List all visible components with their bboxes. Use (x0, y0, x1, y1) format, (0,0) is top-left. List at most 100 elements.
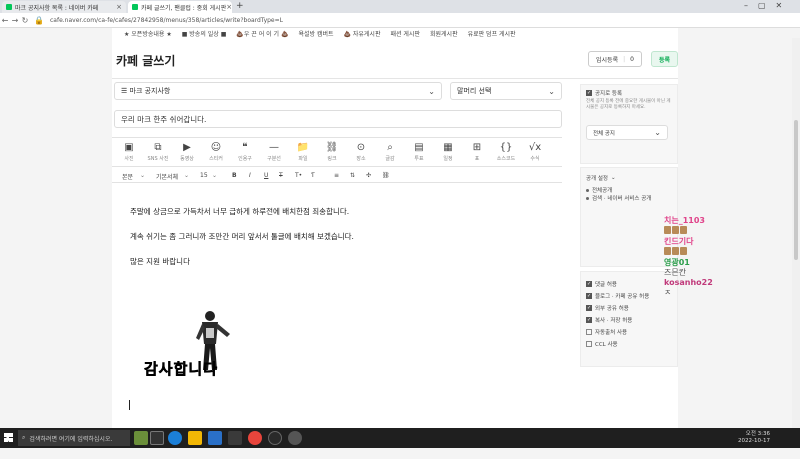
notice-scope-value: 전체 공지 (593, 130, 615, 137)
radio-icon (586, 196, 589, 200)
option-row[interactable]: ✓ 블로그 · 카페 공유 허용 (581, 290, 677, 302)
emoji-char-icon[interactable]: ✣ (366, 172, 371, 179)
body-paragraph: 많은 지원 바랍니다 (130, 257, 190, 266)
header-select[interactable]: 말머리 선택 ⌄ (450, 82, 562, 100)
italic-icon[interactable]: I (249, 172, 251, 179)
option-label: 자동출처 사용 (595, 330, 628, 336)
option-row[interactable]: 자동출처 사용 (581, 326, 677, 338)
submit-button[interactable]: 등록 (651, 51, 678, 67)
format-toolbar: 본문 ⌄ 기본서체 ⌄ 15 ⌄ B I U T T• Ƭ ≡ ⇅ ✣ ⛓ (112, 169, 562, 183)
url-input[interactable]: cafe.naver.com/ca-fe/cafes/27842958/menu… (50, 15, 283, 26)
menu-item[interactable]: 패션 게시판 (390, 29, 420, 38)
tool-place[interactable]: ⊙ 장소 (350, 142, 372, 162)
font-select[interactable]: 기본서체 (156, 172, 178, 181)
align-icon[interactable]: ≡ (334, 172, 339, 179)
lock-icon[interactable]: 🔒 (34, 16, 44, 25)
underline-icon[interactable]: U (264, 172, 268, 179)
option-row[interactable]: ✓ 외부 공유 허용 (581, 302, 677, 314)
text-color-icon[interactable]: T• (295, 172, 302, 179)
bold-icon[interactable]: B (232, 172, 237, 179)
option-row[interactable]: ✓ 복사 · 저장 허용 (581, 314, 677, 326)
tool-table[interactable]: ⊞ 표 (466, 142, 488, 162)
obs-icon[interactable] (268, 431, 282, 445)
sns-photo-icon: ⧉ (154, 142, 162, 153)
menu-item[interactable]: 💩 자유게시판 (343, 29, 380, 38)
close-icon[interactable]: × (116, 3, 122, 11)
option-row[interactable]: CCL 사용 (581, 338, 677, 350)
checkbox-icon (586, 341, 592, 347)
tool-video[interactable]: ▶ 동영상 (176, 142, 198, 162)
subject-input[interactable]: 우리 마크 한주 쉬어갑니다. (114, 110, 562, 128)
link-icon[interactable]: ⛓ (382, 172, 390, 179)
window-controls-icon[interactable]: –▢✕ (744, 1, 792, 10)
menu-item[interactable]: 💩우 끈 어 이 기 💩 (236, 29, 288, 38)
new-tab-icon[interactable]: + (236, 1, 244, 11)
tool-link[interactable]: ⛓ 링크 (321, 142, 343, 162)
tool-formula[interactable]: √x 수식 (524, 142, 546, 162)
close-icon[interactable]: × (226, 3, 232, 11)
visibility-title-label: 공개 설정 (586, 176, 608, 182)
tool-label: 사진 (124, 156, 134, 162)
visibility-option-label: 전체공개 (592, 188, 613, 194)
file-explorer-icon[interactable] (188, 431, 202, 445)
tool-label: 파일 (298, 156, 308, 162)
temp-save-button[interactable]: 임시등록 | 0 (588, 51, 642, 67)
visibility-option[interactable]: 검색 · 네이버 서비스 공개 (581, 192, 677, 204)
tool-photo[interactable]: ▣ 사진 (118, 142, 140, 162)
menu-item[interactable]: 욕설방 캠버트 (298, 29, 333, 38)
line-height-icon[interactable]: ⇅ (350, 172, 355, 179)
chrome-icon[interactable] (248, 431, 262, 445)
back-icon[interactable]: ← (0, 16, 10, 25)
tool-code[interactable]: {} 소스코드 (495, 142, 517, 162)
notice-scope-select[interactable]: 전체 공지 ⌄ (586, 125, 668, 140)
game-thumbnail-icon[interactable] (134, 431, 148, 445)
option-row[interactable]: ✓ 댓글 허용 (581, 278, 677, 290)
windows-start-icon[interactable] (4, 433, 13, 442)
tool-sticker[interactable]: ☺ 스티커 (205, 142, 227, 162)
paragraph-style-select[interactable]: 본문 (122, 172, 133, 181)
chat-name: 킨드기다 (664, 237, 694, 246)
browser-tab-active[interactable]: 카페 글쓰기, 팬클럽 : 중회 게시판 × (128, 1, 232, 13)
font-size-select[interactable]: 15 (200, 172, 208, 179)
tool-sns-photo[interactable]: ⧉ SNS 사진 (147, 142, 169, 162)
store-icon[interactable] (228, 431, 242, 445)
chat-name: 치는_1103 (664, 216, 705, 225)
editor-body[interactable]: 주말에 상금으로 가득차서 너무 급하게 하루전에 배치한점 죄송합니다. 계속… (130, 206, 550, 281)
taskbar-search-input[interactable]: ⌕ 검색하려면 여기에 입력하십시오. (18, 430, 130, 446)
checkbox-icon (586, 329, 592, 335)
chat-name: 즈믄칸 (664, 268, 687, 277)
menu-item[interactable]: 유료판 덤프 게시판 (468, 29, 516, 38)
system-clock[interactable]: 오전 3:36 2022-10-17 (738, 431, 770, 445)
chevron-down-icon: ⌄ (140, 172, 146, 179)
highlight-icon[interactable]: Ƭ (311, 172, 315, 179)
inserted-image[interactable]: 감사합니다 (144, 308, 252, 386)
app-icon[interactable] (288, 431, 302, 445)
v-app-icon[interactable] (208, 431, 222, 445)
task-view-icon[interactable] (150, 431, 164, 445)
menu-item[interactable]: 회원게시판 (430, 29, 458, 38)
menu-item[interactable]: ■ 방송의 일상 ■ (182, 29, 227, 38)
table-icon: ⊞ (472, 142, 482, 153)
scrollbar-thumb[interactable] (794, 120, 798, 260)
forward-icon[interactable]: → (10, 16, 20, 25)
visibility-title[interactable]: 공개 설정 ⌄ (581, 172, 677, 184)
strikethrough-icon[interactable]: T (279, 172, 283, 179)
reload-icon[interactable]: ↻ (20, 16, 30, 25)
browser-tab[interactable]: 마크 공지사항 목록 : 네이버 카페 × (2, 1, 126, 13)
checkbox-icon: ✓ (586, 317, 592, 323)
menu-item[interactable]: ★ 오픈방송내용 ★ (124, 29, 172, 38)
insert-toolbar: ▣ 사진 ⧉ SNS 사진 ▶ 동영상 ☺ 스티커 ❝ 인용구 — 구분선 📁 파일 ⛓ 링크 … (112, 137, 562, 167)
text-cursor (129, 400, 130, 410)
notice-checkbox[interactable]: ✓ 공지로 등록 (581, 85, 677, 97)
tool-schedule[interactable]: ▦ 일정 (437, 142, 459, 162)
checkbox-icon: ✓ (586, 281, 592, 287)
tool-label: 구분선 (267, 156, 281, 162)
edge-icon[interactable] (168, 431, 182, 445)
board-select[interactable]: ☰ 마크 공지사항 ⌄ (114, 82, 442, 100)
tool-divider[interactable]: — 구분선 (263, 142, 285, 162)
tool-file[interactable]: 📁 파일 (292, 142, 314, 162)
divider-icon: — (269, 142, 279, 153)
tool-quote[interactable]: ❝ 인용구 (234, 142, 256, 162)
tool-material[interactable]: ⌕ 글감 (379, 142, 401, 162)
tool-vote[interactable]: ▤ 투표 (408, 142, 430, 162)
